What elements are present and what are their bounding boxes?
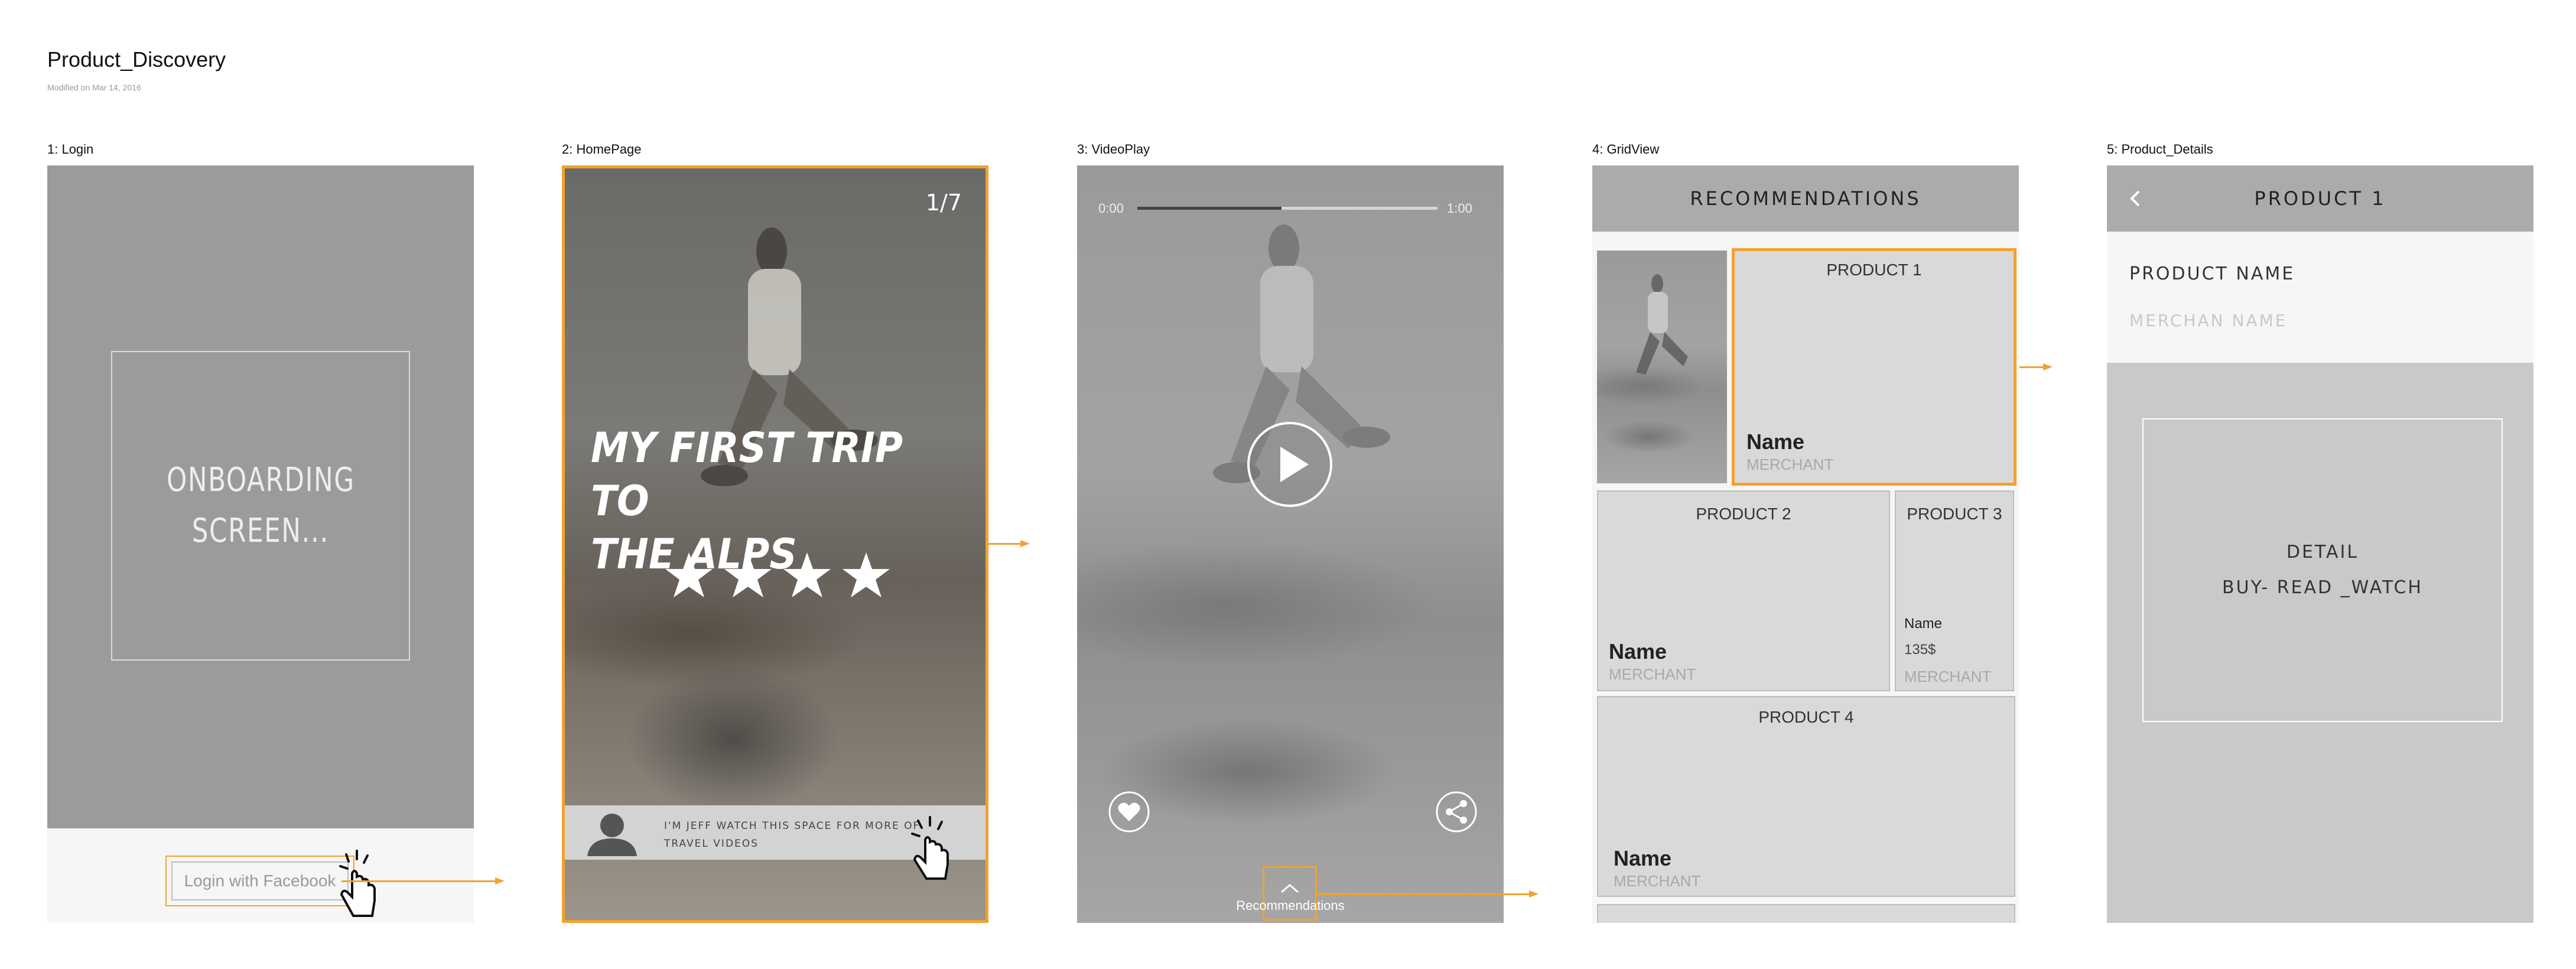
tap-hand-icon [339, 850, 376, 917]
product-card-2[interactable]: PRODUCT 2 Name MERCHANT [1597, 490, 1890, 691]
share-icon[interactable] [1435, 791, 1478, 833]
headline-line1: MY FIRST TRIP TO [591, 424, 903, 525]
product-title: PRODUCT 1 [1826, 261, 1922, 279]
video-progress-fill [1137, 207, 1282, 210]
screen-label-homepage: 2: HomePage [562, 142, 642, 157]
video-time-start: 0:00 [1098, 201, 1124, 216]
flow-arrow-3 [1315, 893, 1529, 895]
chevron-up-icon[interactable] [1279, 883, 1300, 895]
onboarding-text-line2: SCREEN... [191, 512, 330, 550]
flow-arrow-1 [341, 880, 495, 882]
flow-arrow-4 [2019, 366, 2044, 368]
product-title: PRODUCT 4 [1758, 708, 1854, 726]
login-footer: Login with Facebook [47, 828, 474, 923]
star-icon [843, 552, 890, 597]
product-title: PRODUCT 2 [1696, 505, 1791, 523]
onboarding-box: ONBOARDING SCREEN... [111, 351, 410, 661]
gridview-screen: RECOMMENDATIONS PRODUCT 1 Name MERCHANT … [1592, 165, 2019, 923]
product-title: PRODUCT 3 [1907, 505, 2002, 523]
details-header: PRODUCT 1 [2107, 165, 2533, 232]
product-info-panel: PRODUCT NAME MERCHAN NAME [2107, 232, 2533, 363]
product-merchant: MERCHANT [1609, 665, 1696, 683]
author-text-line1: I'M JEFF WATCH THIS SPACE FOR MORE OF [664, 820, 921, 832]
jumper-figure [1636, 274, 1688, 375]
homepage-screen[interactable]: 1/7 MY FIRST TRIP TO THE ALPS I'M JEFF W… [562, 165, 988, 923]
flow-arrowhead-4 [2043, 363, 2053, 370]
product-card-1[interactable]: PRODUCT 1 Name MERCHANT [1732, 248, 2016, 486]
product-name: Name [1746, 430, 1805, 454]
tap-hand-icon [911, 816, 949, 880]
star-icon [724, 552, 772, 597]
product-card-4[interactable]: PRODUCT 4 Name MERCHANT [1597, 696, 2015, 897]
product-merchant: MERCHANT [1614, 872, 1701, 890]
star-icon [783, 552, 831, 597]
document-title: Product_Discovery [47, 47, 226, 71]
product-card-3[interactable]: PRODUCT 3 Name 135$ MERCHANT [1895, 490, 2014, 691]
flow-arrowhead-3 [1529, 890, 1539, 898]
star-icon [665, 552, 713, 597]
screen-label-login: 1: Login [47, 142, 94, 157]
avatar-icon [587, 814, 637, 856]
modified-date: Modified on Mar 14, 2016 [47, 83, 141, 92]
author-text-line2: TRAVEL VIDEOS [664, 838, 759, 850]
jumper-figure [1213, 225, 1390, 483]
flow-arrowhead-1 [495, 877, 505, 885]
slide-counter: 1/7 [925, 190, 962, 216]
video-progress-track[interactable] [1137, 207, 1437, 210]
screen-label-details: 5: Product_Details [2107, 142, 2213, 157]
product-thumbnail[interactable] [1597, 251, 1727, 483]
product-card-partial[interactable] [1597, 904, 2015, 923]
detail-line1: DETAIL [2286, 542, 2359, 562]
product-merchant: MERCHANT [1746, 456, 1834, 473]
author-banner[interactable]: I'M JEFF WATCH THIS SPACE FOR MORE OF TR… [565, 805, 985, 880]
detail-box[interactable]: DETAIL BUY- READ _WATCH [2142, 418, 2503, 722]
videoplay-screen[interactable]: 0:00 1:00 Recommendations [1077, 165, 1504, 923]
product-name: Name [1614, 846, 1672, 870]
details-screen: PRODUCT 1 PRODUCT NAME MERCHAN NAME DETA… [2107, 165, 2533, 923]
product-name: Name [1609, 639, 1667, 664]
facebook-login-button[interactable]: Login with Facebook [171, 861, 349, 900]
gridview-header: RECOMMENDATIONS [1592, 165, 2019, 232]
video-time-end: 1:00 [1447, 201, 1472, 216]
detail-line2: BUY- READ _WATCH [2222, 577, 2423, 598]
login-screen: ONBOARDING SCREEN... Login with Facebook [47, 165, 474, 923]
details-title: PRODUCT 1 [2254, 187, 2386, 210]
product-merchant: MERCHANT [1904, 668, 1992, 685]
screen-label-videoplay: 3: VideoPlay [1077, 142, 1150, 157]
flow-arrow-2 [988, 543, 1020, 545]
author-text: I'M JEFF WATCH THIS SPACE FOR MORE OF TR… [664, 817, 920, 853]
merchant-name-label: MERCHAN NAME [2129, 311, 2288, 330]
screen-label-gridview: 4: GridView [1592, 142, 1660, 157]
product-name-label: PRODUCT NAME [2129, 264, 2295, 284]
product-price: 135$ [1904, 642, 1936, 658]
onboarding-text-line1: ONBOARDING [166, 461, 355, 499]
play-icon[interactable] [1246, 421, 1333, 508]
rating-stars [665, 552, 890, 597]
recommendations-label[interactable]: Recommendations [1077, 898, 1504, 913]
product-name: Name [1904, 616, 1943, 632]
heart-icon[interactable] [1108, 791, 1150, 833]
flow-arrowhead-2 [1020, 540, 1030, 547]
